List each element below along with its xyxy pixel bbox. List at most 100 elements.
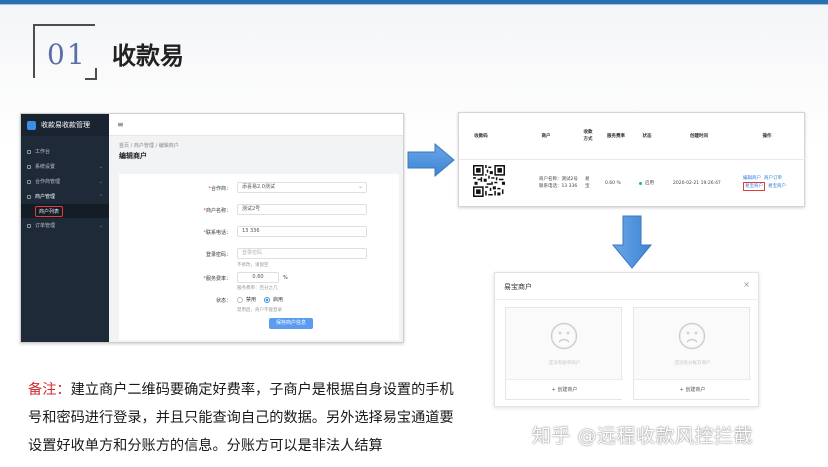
arrow-down-icon: [612, 215, 652, 269]
th-qrcode: 收款码: [474, 134, 488, 139]
th-created: 创建时间: [690, 134, 708, 139]
status-dot-icon: [639, 181, 642, 185]
rate-input[interactable]: 0.60: [237, 272, 279, 283]
sidebar-item-label: 工作台: [35, 149, 51, 155]
sidebar-item-label: 合作商管理: [35, 179, 61, 185]
admin-brand: 收款易收款管理: [21, 114, 109, 136]
chevron-down-icon: ⌄: [98, 222, 103, 229]
name-row: *商户名称： 测试2号: [119, 204, 399, 216]
qr-code-image[interactable]: [473, 165, 505, 197]
page-title: 编辑商户: [119, 152, 147, 160]
chevron-up-icon: ⌃: [98, 193, 103, 200]
dialog-title: 易宝商户: [504, 283, 532, 291]
chevron-down-icon: ⌄: [98, 178, 103, 185]
password-row: 登录密码： 登录密码: [119, 248, 399, 260]
created-cell: 2020-02-21 19:26:47: [673, 180, 721, 186]
sidebar-item-partners[interactable]: 合作商管理 ⌄: [21, 174, 109, 189]
section-number: 01: [47, 38, 87, 71]
arrow-right-icon: [407, 143, 455, 177]
status-label: 状态：: [215, 298, 231, 304]
split-empty-text: 还没有分账方商户: [674, 361, 711, 366]
create-acquirer-button[interactable]: + 创建商户: [506, 379, 623, 399]
edit-merchant-screenshot: 收款易收款管理 工作台 系统设置 ⌄ 合作商管理 ⌄ 商户管理 ⌃ 商户列表 订…: [20, 113, 404, 343]
sidebar-item-orders[interactable]: 订单管理 ⌄: [21, 218, 109, 233]
sidebar-item-merchants[interactable]: 商户管理 ⌃: [21, 189, 109, 204]
status-hint: 禁用后，商户不能登录: [237, 308, 282, 313]
edit-merchant-link[interactable]: 编辑商户: [743, 175, 761, 182]
note-paragraph: 备注：建立商户二维码要确定好费率，子商户是根据自身设置的手机号和密码进行登录，并…: [28, 376, 458, 460]
orders-icon: [27, 223, 31, 228]
yibao-merchant-dialog: 易宝商户 × 还没有收单商户 + 创建商户 还没有分账方商户 + 创建商户: [494, 272, 760, 407]
password-hint: 不修改，请留空: [237, 263, 269, 268]
status-cell: 启用: [639, 160, 665, 206]
rate-cell: 0.60 %: [605, 180, 621, 186]
rate-hint: 服务费率：百分之几: [237, 286, 278, 291]
create-split-button[interactable]: + 创建商户: [634, 379, 751, 399]
admin-brand-label: 收款易收款管理: [41, 121, 90, 129]
yibao-merchant-link[interactable]: 易宝商户: [743, 182, 765, 191]
merchant-cell: 商户名称：测试2号 联系电话：13 336: [539, 160, 585, 206]
store-icon: [27, 194, 31, 199]
admin-sidebar: 收款易收款管理 工作台 系统设置 ⌄ 合作商管理 ⌄ 商户管理 ⌃ 商户列表 订…: [21, 114, 109, 342]
password-input[interactable]: 登录密码: [237, 248, 367, 259]
status-off-radio[interactable]: 禁用: [237, 296, 256, 303]
yibao-merchant-link-2[interactable]: 易宝商户: [768, 183, 786, 190]
status-on-radio[interactable]: 启用: [264, 296, 283, 303]
partner-label: *合作商：: [208, 186, 231, 192]
status-row: 状态： 禁用 启用: [119, 294, 399, 306]
method-cell: 易宝: [585, 177, 590, 189]
section-number-frame: 01: [33, 24, 97, 80]
name-label: *商户名称：: [203, 208, 231, 214]
sidebar-item-dashboard[interactable]: 工作台: [21, 144, 109, 159]
sad-face-icon: [550, 322, 578, 350]
dialog-divider: [495, 299, 760, 300]
section-title: 收款易: [112, 42, 184, 70]
partner-row: *合作商： 添喜易2.0测试: [119, 182, 399, 194]
split-card: 还没有分账方商户 + 创建商户: [633, 307, 751, 400]
shield-logo-icon: [27, 120, 36, 130]
dashboard-icon: [27, 149, 31, 154]
phone-label: *联系电话：: [203, 230, 231, 236]
th-actions: 操作: [762, 134, 772, 139]
status-radio-group: 禁用 启用: [237, 296, 291, 303]
merchant-list-screenshot: 收款码 商户 收款方式 服务费率 状态 创建时间 操作 商户名称：测试2号 联系…: [458, 112, 806, 207]
sidebar-subitem-merchant-list[interactable]: 商户列表: [21, 204, 109, 218]
gear-icon: [27, 164, 31, 169]
acquirer-empty-text: 还没有收单商户: [548, 361, 581, 366]
partner-select[interactable]: 添喜易2.0测试: [237, 182, 367, 193]
save-merchant-button[interactable]: 保存商户信息: [269, 318, 313, 329]
rate-label: *服务费率：: [203, 276, 231, 282]
merchant-phone: 联系电话：13 336: [539, 184, 578, 189]
users-icon: [27, 179, 31, 184]
frame-corner: [85, 68, 97, 80]
th-merchant: 商户: [541, 134, 551, 139]
rate-row: *服务费率： 0.60 %: [119, 272, 399, 284]
edit-merchant-form: *合作商： 添喜易2.0测试 *商户名称： 测试2号 *联系电话： 13 336…: [119, 174, 399, 340]
breadcrumb: 首页 / 商户管理 / 编辑商户: [119, 143, 179, 149]
sidebar-item-settings[interactable]: 系统设置 ⌄: [21, 159, 109, 174]
merchant-orders-link[interactable]: 商户订单: [764, 175, 782, 182]
phone-row: *联系电话： 13 336: [119, 226, 399, 238]
admin-main: ≡ 首页 / 商户管理 / 编辑商户 编辑商户 *合作商： 添喜易2.0测试 *…: [109, 114, 403, 342]
status-text: 启用: [645, 181, 654, 186]
note-text: 建立商户二维码要确定好费率，子商户是根据自身设置的手机号和密码进行登录，并且只能…: [28, 382, 454, 454]
note-label: 备注：: [28, 382, 71, 398]
sidebar-item-label: 商户管理: [35, 194, 56, 200]
merchant-name-input[interactable]: 测试2号: [237, 204, 367, 215]
merchant-name: 商户名称：测试2号: [539, 177, 578, 182]
th-rate: 服务费率: [607, 134, 625, 139]
th-method: 收款方式: [583, 130, 593, 142]
phone-input[interactable]: 13 336: [237, 226, 367, 237]
password-label: 登录密码：: [205, 252, 231, 258]
sad-face-icon: [678, 322, 706, 350]
sidebar-item-label: 系统设置: [35, 164, 56, 170]
close-icon[interactable]: ×: [743, 280, 750, 289]
menu-toggle-icon[interactable]: ≡: [117, 120, 124, 129]
acquirer-card: 还没有收单商户 + 创建商户: [505, 307, 623, 400]
actions-cell: 编辑商户 商户订单 易宝商户 易宝商户: [743, 160, 803, 206]
highlight-box: 商户列表: [35, 205, 64, 217]
chevron-down-icon: ⌄: [98, 163, 103, 170]
th-status: 状态: [642, 134, 652, 139]
admin-header: ≡: [109, 114, 403, 136]
watermark: 知乎 @远程收款风控拦截: [532, 425, 754, 447]
